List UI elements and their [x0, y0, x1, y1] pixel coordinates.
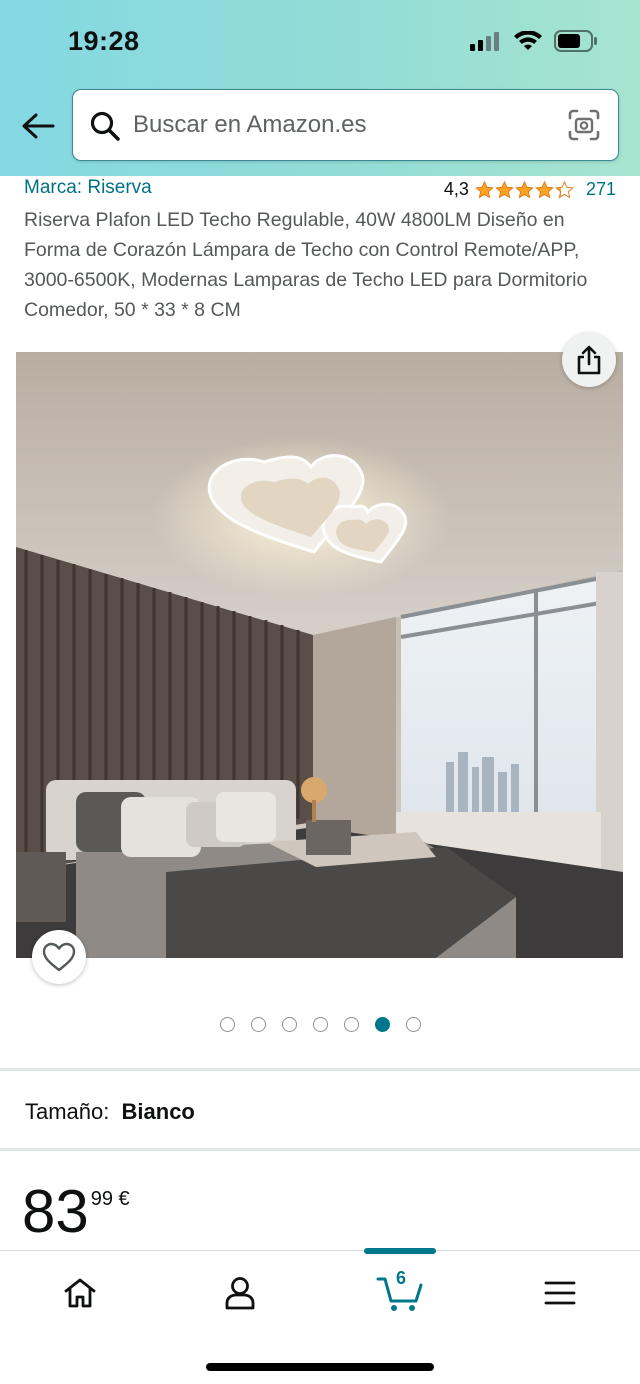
divider [0, 1148, 640, 1151]
star-icon [515, 180, 534, 198]
product-title: Riserva Plafon LED Techo Regulable, 40W … [24, 209, 588, 321]
star-icon [475, 180, 494, 198]
wishlist-button[interactable] [32, 930, 86, 984]
nav-home[interactable] [50, 1271, 110, 1315]
product-image[interactable] [16, 352, 623, 958]
price-fraction: 99 € [90, 1188, 130, 1210]
search-input[interactable] [133, 90, 553, 160]
search-bar[interactable] [72, 89, 619, 161]
carousel-dot[interactable] [219, 1017, 235, 1032]
price: 83 99 € [22, 1178, 130, 1246]
nav-menu[interactable] [530, 1271, 590, 1315]
carousel-dot[interactable] [312, 1017, 328, 1032]
back-button[interactable] [18, 106, 58, 146]
search-icon [90, 111, 120, 141]
wifi-icon [514, 31, 542, 50]
status-icons [470, 30, 598, 52]
cart-count: 6 [396, 1268, 407, 1288]
carousel-dot[interactable] [281, 1017, 297, 1032]
price-whole: 83 [22, 1178, 89, 1245]
battery-icon [554, 30, 597, 52]
carousel-dot[interactable] [250, 1017, 266, 1032]
heart-icon [42, 942, 76, 972]
rating-value: 4,3 [443, 179, 469, 199]
cart-active-indicator [364, 1248, 436, 1254]
product-photo [16, 352, 623, 958]
divider [0, 1068, 640, 1071]
bottom-navigation: 6 [0, 1248, 640, 1384]
status-time: 19:28 [68, 26, 140, 56]
star-icon [535, 180, 554, 198]
home-icon [64, 1278, 96, 1308]
size-selector[interactable]: Tamaño: Bianco [25, 1099, 195, 1125]
brand-link[interactable]: Marca: Riserva [24, 177, 152, 199]
rating-count[interactable]: 271 [586, 179, 616, 200]
size-label: Tamaño: [25, 1099, 110, 1124]
star-icon [495, 180, 514, 198]
share-button[interactable] [562, 333, 616, 387]
rating-stars [475, 180, 574, 199]
home-indicator [206, 1363, 434, 1371]
carousel-dot[interactable] [343, 1017, 359, 1032]
arrow-left-icon [22, 113, 55, 139]
app-header: 19:28 [0, 0, 640, 176]
person-icon [225, 1277, 255, 1310]
carousel-dot[interactable] [374, 1017, 390, 1032]
carousel-dot[interactable] [405, 1017, 421, 1032]
rating-summary[interactable]: 4,3 271 [444, 179, 616, 200]
nav-account[interactable] [210, 1271, 270, 1315]
signal-icon [470, 32, 499, 51]
size-value: Bianco [121, 1099, 195, 1124]
share-icon [577, 345, 601, 375]
star-icon [555, 180, 574, 198]
camera-scan-icon[interactable] [568, 109, 600, 141]
menu-icon [544, 1281, 576, 1305]
image-carousel-dots [0, 1017, 640, 1032]
